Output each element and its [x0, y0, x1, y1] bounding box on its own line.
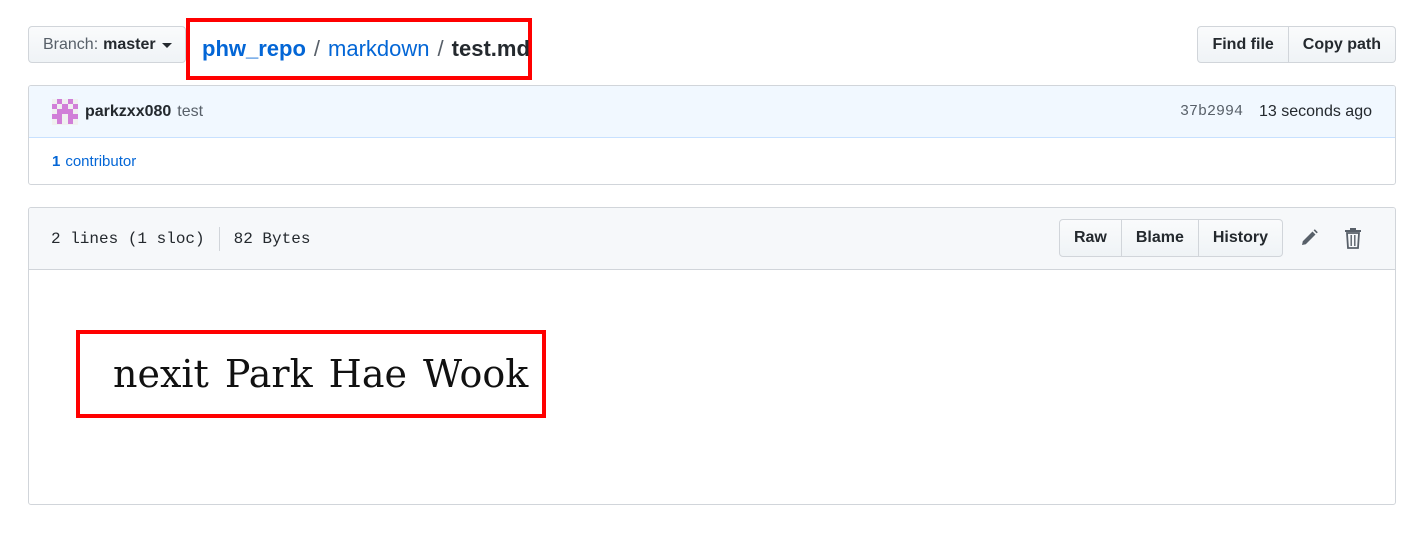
- branch-name: master: [103, 35, 156, 53]
- file-line-count: 2 lines (1 sloc): [51, 229, 205, 248]
- contributor-label: contributor: [65, 152, 137, 170]
- breadcrumb-separator: /: [437, 36, 444, 61]
- file-size: 82 Bytes: [233, 229, 311, 248]
- file-header: 2 lines (1 sloc) 82 Bytes Raw Blame Hist…: [29, 208, 1395, 270]
- branch-prefix: Branch:: [43, 35, 99, 53]
- history-button[interactable]: History: [1198, 219, 1283, 257]
- file-info: 2 lines (1 sloc) 82 Bytes: [51, 226, 311, 251]
- copy-path-button[interactable]: Copy path: [1288, 26, 1396, 63]
- blame-button[interactable]: Blame: [1121, 219, 1199, 257]
- rendered-markdown: nexit Park Hae Wook: [29, 270, 1395, 504]
- breadcrumb: phw_repo / markdown / test.md: [186, 18, 532, 80]
- contributor-count: 1: [52, 152, 61, 170]
- trash-icon[interactable]: [1335, 219, 1371, 257]
- contributors-link[interactable]: 1 contributor: [29, 138, 1395, 184]
- commit-message-link[interactable]: test: [177, 103, 203, 121]
- commit-info-box: parkzxx080 test 37b2994 13 seconds ago 1…: [28, 85, 1396, 185]
- breadcrumb-dir-link[interactable]: markdown: [328, 36, 429, 62]
- branch-select-button[interactable]: Branch: master: [28, 26, 186, 63]
- pencil-icon[interactable]: [1291, 219, 1327, 257]
- find-file-button[interactable]: Find file: [1197, 26, 1289, 63]
- latest-commit-row: parkzxx080 test 37b2994 13 seconds ago: [29, 86, 1395, 138]
- caret-down-icon: [161, 43, 172, 48]
- raw-button[interactable]: Raw: [1058, 219, 1122, 257]
- avatar[interactable]: [52, 98, 78, 125]
- file-viewer: 2 lines (1 sloc) 82 Bytes Raw Blame Hist…: [28, 207, 1396, 505]
- commit-meta: 37b2994 13 seconds ago: [1180, 103, 1372, 121]
- rendered-content: nexit Park Hae Wook: [76, 330, 546, 418]
- breadcrumb-separator: /: [313, 36, 321, 61]
- file-nav-buttons: Find file Copy path: [1197, 26, 1396, 63]
- commit-sha-link[interactable]: 37b2994: [1180, 103, 1243, 120]
- breadcrumb-repo-link[interactable]: phw_repo: [202, 36, 306, 62]
- file-info-divider: [218, 226, 220, 251]
- commit-time: 13 seconds ago: [1259, 102, 1372, 120]
- commit-author-link[interactable]: parkzxx080: [85, 103, 171, 121]
- breadcrumb-file-name: test.md: [451, 36, 530, 61]
- file-actions: Raw Blame History: [1058, 219, 1371, 257]
